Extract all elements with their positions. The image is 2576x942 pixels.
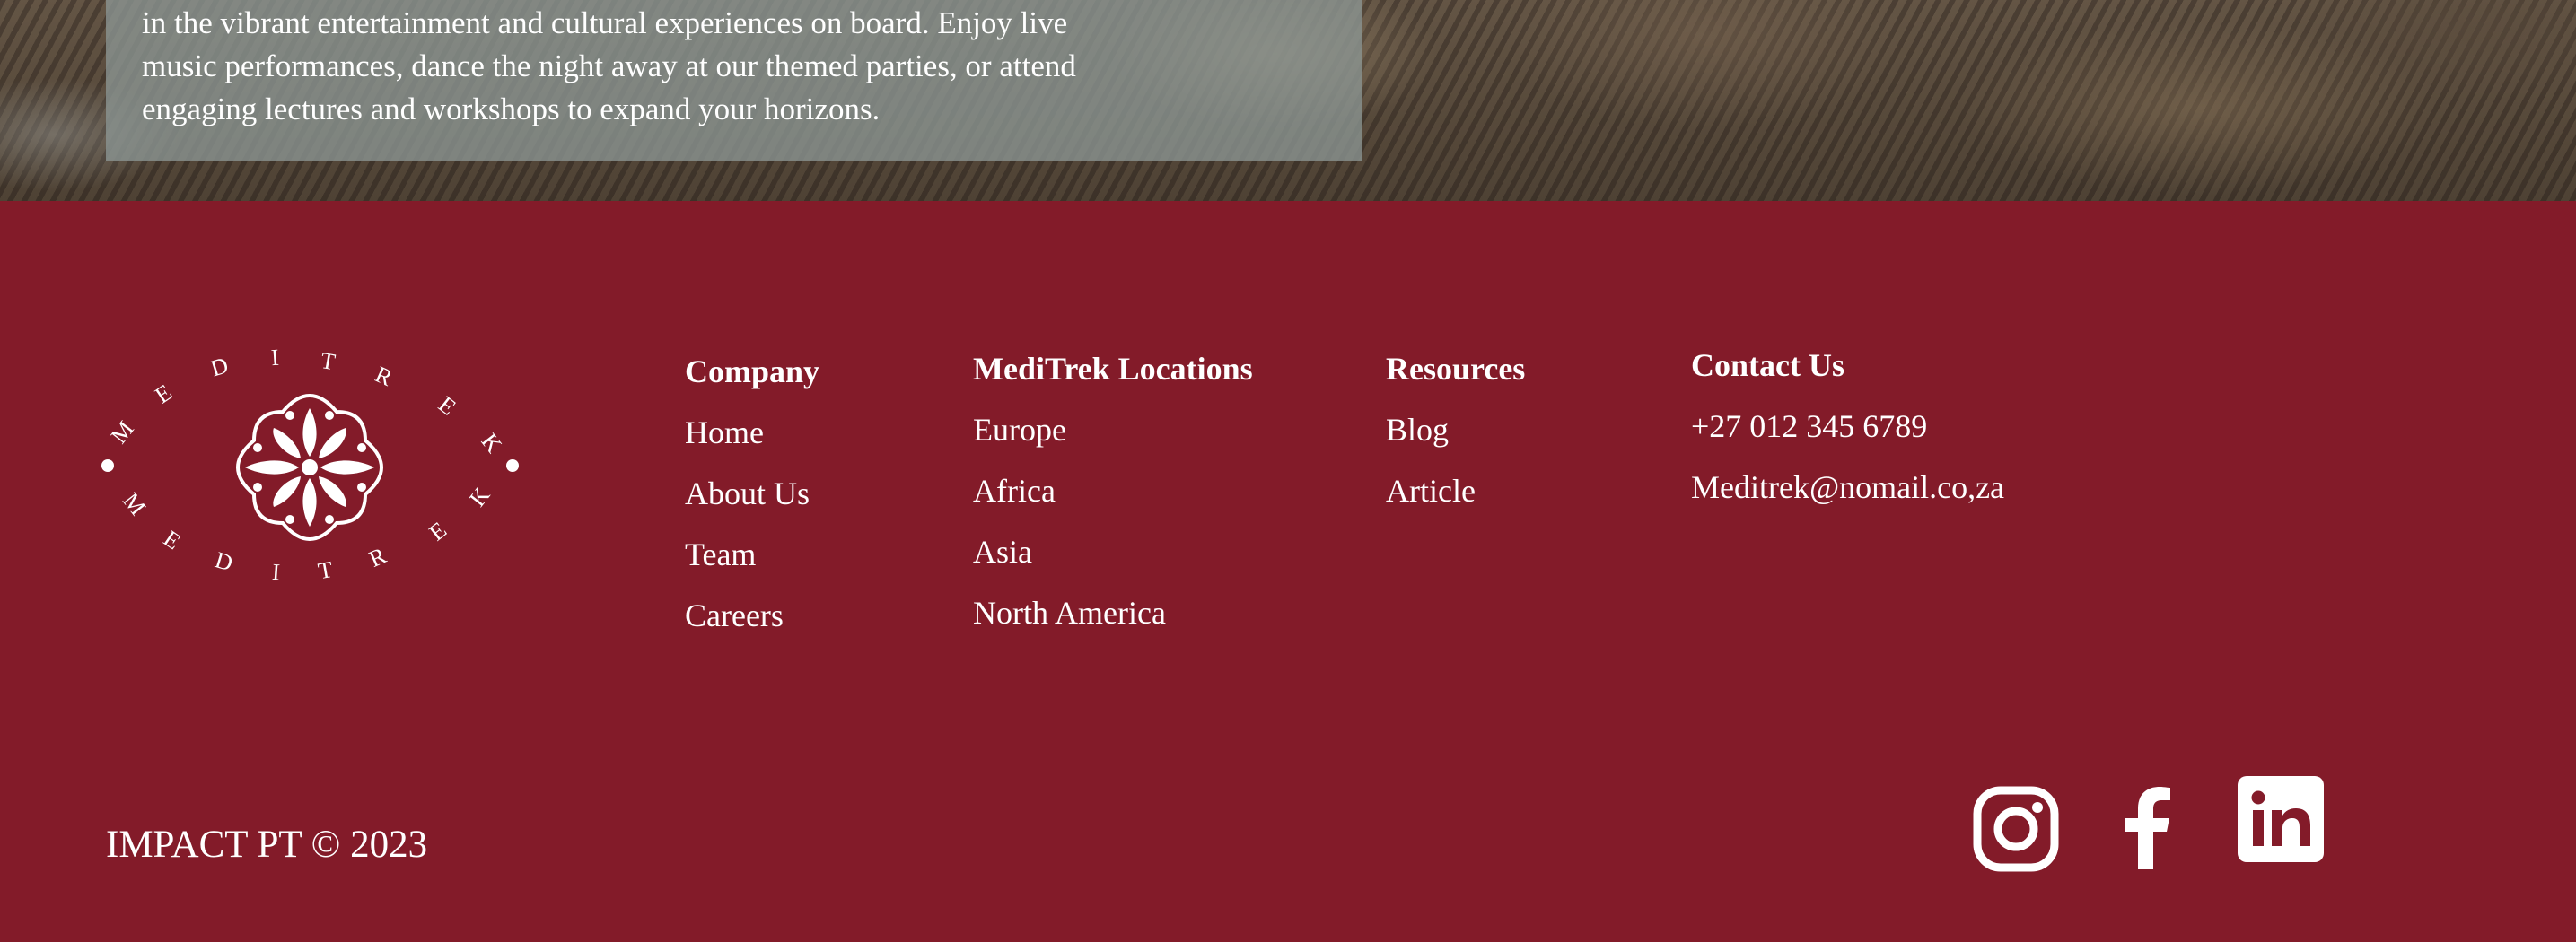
footer-link-asia[interactable]: Asia [973, 530, 1253, 591]
footer-link-article[interactable]: Article [1386, 469, 1525, 530]
svg-text:T: T [316, 556, 335, 582]
footer-link-home[interactable]: Home [685, 411, 819, 472]
svg-text:E: E [159, 525, 185, 554]
contact-heading: Contact Us [1691, 347, 1844, 383]
svg-text:D: D [212, 546, 235, 576]
svg-text:R: R [365, 542, 390, 572]
svg-text:E: E [151, 379, 177, 408]
svg-text:I: I [270, 349, 280, 371]
company-heading: Company [685, 353, 820, 389]
hero-background-image: in the vibrant entertainment and cultura… [0, 0, 2576, 201]
footer-link-careers[interactable]: Careers [685, 594, 819, 655]
locations-heading: MediTrek Locations [973, 351, 1253, 387]
svg-text:E: E [425, 517, 451, 546]
svg-text:K: K [464, 482, 495, 511]
instagram-icon[interactable] [1973, 786, 2059, 872]
footer-link-africa[interactable]: Africa [973, 469, 1253, 530]
footer-link-team[interactable]: Team [685, 533, 819, 594]
footer-column-locations: MediTrek Locations Europe Africa Asia No… [973, 347, 1253, 652]
footer-column-company: Company Home About Us Team Careers [685, 350, 819, 655]
linkedin-icon[interactable] [2238, 776, 2324, 862]
footer-link-about-us[interactable]: About Us [685, 472, 819, 533]
footer-link-europe[interactable]: Europe [973, 408, 1253, 469]
svg-text:K: K [476, 428, 507, 458]
hero-caption-box: in the vibrant entertainment and cultura… [106, 0, 1362, 161]
footer-column-resources: Resources Blog Article [1386, 347, 1525, 530]
facebook-icon[interactable] [2124, 787, 2170, 869]
svg-text:M: M [106, 416, 139, 449]
footer-link-blog[interactable]: Blog [1386, 408, 1525, 469]
svg-text:T: T [319, 349, 337, 375]
contact-phone[interactable]: +27 012 345 6789 [1691, 405, 2004, 466]
contact-email[interactable]: Meditrek@nomail.co,za [1691, 466, 2004, 527]
svg-text:M: M [118, 488, 151, 520]
svg-text:I: I [271, 559, 281, 582]
hero-caption-text: in the vibrant entertainment and cultura… [142, 5, 1076, 126]
site-footer: M E D I T R E K M E D I T R E K Company … [0, 201, 2576, 942]
copyright-text: IMPACT PT © 2023 [106, 824, 428, 866]
svg-text:D: D [207, 352, 231, 381]
svg-text:E: E [434, 391, 460, 421]
meditrek-logo[interactable]: M E D I T R E K M E D I T R E K [90, 349, 530, 582]
footer-link-north-america[interactable]: North America [973, 591, 1253, 652]
footer-column-contact: Contact Us +27 012 345 6789 Meditrek@nom… [1691, 344, 2004, 527]
svg-text:R: R [372, 361, 397, 391]
resources-heading: Resources [1386, 351, 1526, 387]
